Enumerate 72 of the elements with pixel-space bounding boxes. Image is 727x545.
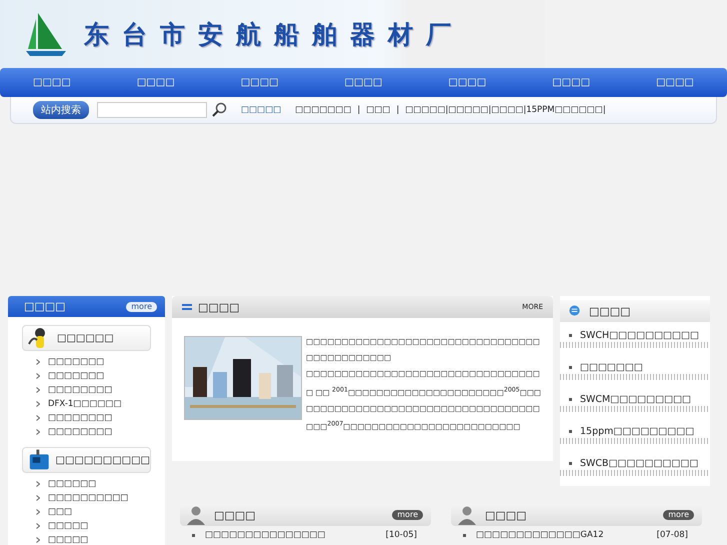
panel-title: □□□□ [198, 300, 241, 314]
panel-title: □□□□ [485, 508, 528, 522]
category-name: □□□□□□ [57, 332, 114, 344]
more-link[interactable]: more [663, 510, 694, 520]
service-link[interactable]: SWCB□□□□□□□□□□ [580, 458, 698, 468]
chevron-icon [36, 401, 40, 407]
news-link[interactable]: □□□□□□□□□□□□□GA12 [476, 530, 647, 540]
product-link[interactable]: □□□ [48, 507, 72, 517]
news-date: [10-05] [386, 530, 417, 540]
chevron-icon [36, 387, 40, 393]
search-button[interactable]: 站内搜索 [33, 101, 89, 119]
category-header[interactable]: □□□□□□ [22, 325, 151, 351]
quick-link[interactable]: | [357, 105, 360, 115]
news-link[interactable]: □□□□□□□□□□□□□□□ [205, 530, 376, 540]
search-icon[interactable] [211, 102, 227, 118]
panel-title: □□□□ [589, 304, 632, 318]
chat-bubble-icon [568, 304, 581, 318]
product-link[interactable]: □□□□□□ [48, 479, 96, 489]
nav-link[interactable]: □□□□ [136, 77, 175, 88]
nav-link[interactable]: □□□□ [344, 77, 382, 88]
quick-link[interactable]: | [396, 105, 400, 115]
product-link[interactable]: □□□□□□□□□□ [48, 493, 128, 503]
sailboat-logo-icon [24, 11, 68, 57]
nav-link[interactable]: □□□□ [656, 77, 694, 88]
chevron-icon [36, 415, 40, 421]
more-link[interactable]: more [126, 302, 157, 312]
bullet-icon [569, 334, 572, 336]
person-icon [186, 505, 206, 525]
product-link[interactable]: □□□□□□□□ [48, 385, 112, 395]
quick-link[interactable]: □□□□□|□□□□□|□□□□|15PPM□□□□□□| [405, 105, 606, 115]
chevron-icon [36, 537, 40, 543]
service-link[interactable]: □□□□□□□ [580, 362, 643, 372]
service-link[interactable]: SWCM□□□□□□□□□ [580, 394, 692, 404]
chevron-icon [36, 359, 40, 365]
quick-link[interactable]: □□□□□□□ [295, 105, 352, 115]
nav-link[interactable]: □□□□ [552, 77, 590, 88]
site-title: 东台市安航船舶器材厂 [84, 18, 464, 50]
bullet-icon [569, 366, 572, 368]
quick-links-label: □□□□□ [241, 105, 282, 115]
product-link[interactable]: □□□□□□□ [48, 357, 104, 367]
bullet-icon [192, 534, 195, 536]
panel-title: □□□□ [24, 300, 66, 313]
chevron-icon [36, 429, 40, 435]
chevron-icon [36, 495, 40, 501]
service-link[interactable]: SWCH□□□□□□□□□□ [580, 330, 699, 340]
bullet-icon [569, 430, 572, 432]
product-link[interactable]: □□□□□ [48, 521, 88, 531]
chevron-icon [36, 523, 40, 529]
product-link[interactable]: □□□□□□□□ [48, 413, 112, 423]
person-icon [457, 505, 477, 525]
search-field[interactable] [97, 102, 207, 118]
chevron-icon [36, 509, 40, 515]
service-link[interactable]: 15ppm□□□□□□□□□ [580, 426, 694, 436]
bullet-icon [463, 534, 466, 536]
category-header[interactable]: □□□□□□□□□□ [22, 447, 151, 473]
more-link[interactable]: more [392, 510, 423, 520]
bullet-icon [569, 462, 572, 464]
product-link[interactable]: DFX-1□□□□□□ [48, 399, 122, 409]
product-link[interactable]: □□□□□□□□ [48, 427, 112, 437]
chevron-icon [36, 373, 40, 379]
chevron-icon [36, 481, 40, 487]
panel-title: □□□□ [214, 508, 257, 522]
nav-link[interactable]: □□□□ [448, 77, 486, 88]
bullet-icon [569, 398, 572, 400]
product-link[interactable]: □□□□□□□ [48, 371, 104, 381]
quick-link[interactable]: □□□ [366, 105, 390, 115]
nav-link[interactable]: □□□□ [33, 77, 71, 88]
nav-link[interactable]: □□□□ [240, 77, 278, 88]
product-link[interactable]: □□□□□ [48, 535, 88, 545]
category-name: □□□□□□□□□□ [56, 454, 150, 466]
menu-icon [182, 303, 192, 311]
news-date: [07-08] [656, 530, 688, 540]
